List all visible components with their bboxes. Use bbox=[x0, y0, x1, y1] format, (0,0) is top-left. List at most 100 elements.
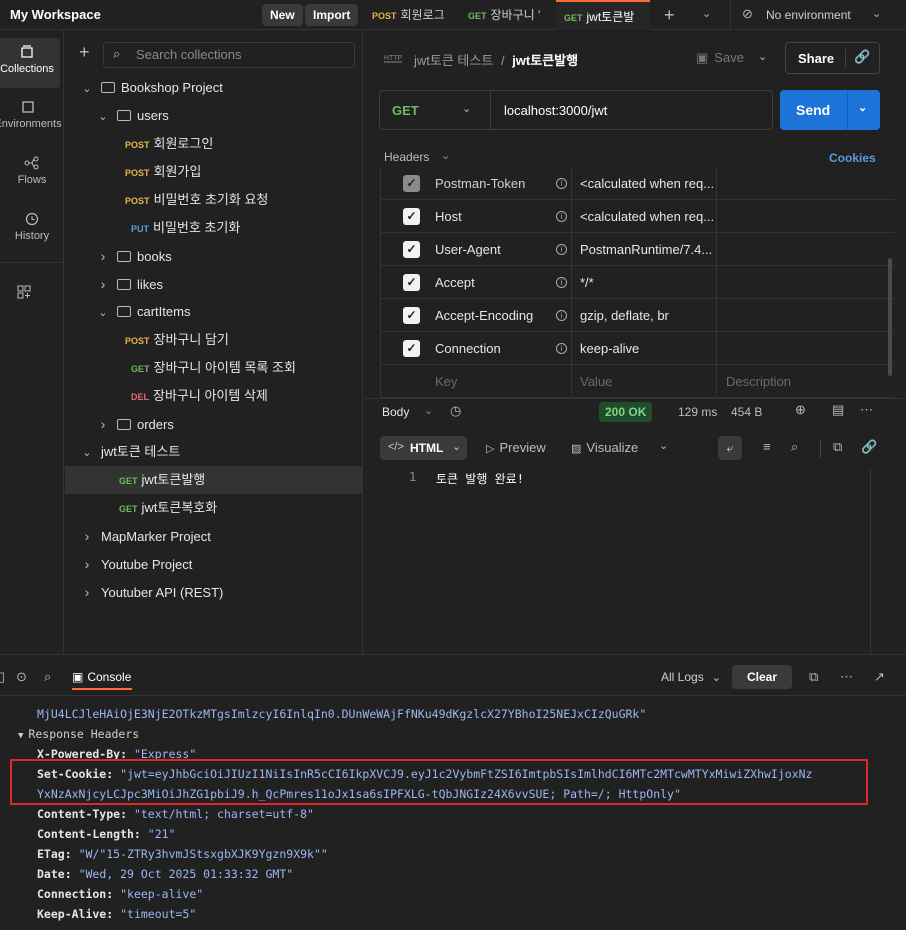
folder-item[interactable]: ⌄ users bbox=[65, 102, 363, 130]
share-button[interactable]: Share 🔗 bbox=[785, 42, 880, 74]
chevron-down-icon[interactable]: ⌄ bbox=[81, 439, 93, 467]
chevron-right-icon[interactable]: › bbox=[81, 550, 93, 578]
request-item[interactable]: POST 회원가입 bbox=[65, 158, 363, 186]
header-checkbox[interactable]: ✓ bbox=[403, 307, 420, 324]
expand-icon[interactable]: ↗ bbox=[874, 669, 885, 685]
format-select[interactable]: </> HTML ⌄ bbox=[380, 436, 467, 460]
info-icon[interactable]: i bbox=[556, 310, 567, 321]
value-input[interactable]: Value bbox=[580, 365, 612, 398]
info-icon[interactable]: i bbox=[556, 244, 567, 255]
add-tab-icon[interactable]: + bbox=[664, 5, 675, 26]
folder-item[interactable]: ⌄ Bookshop Project bbox=[65, 74, 363, 102]
chevron-down-icon[interactable]: ⌄ bbox=[872, 7, 881, 20]
folder-item[interactable]: › likes bbox=[65, 270, 363, 298]
header-value[interactable]: <calculated when req... bbox=[580, 167, 714, 200]
chevron-right-icon[interactable]: › bbox=[97, 270, 109, 298]
method-select[interactable]: GET bbox=[392, 103, 419, 118]
environment-select[interactable]: No environment bbox=[766, 8, 851, 22]
header-key[interactable]: Host bbox=[435, 200, 462, 233]
collection-item[interactable]: › Youtuber API (REST) bbox=[65, 578, 363, 606]
add-collection-icon[interactable]: + bbox=[79, 42, 90, 63]
breadcrumb-parent[interactable]: jwt토큰 테스트 bbox=[414, 53, 493, 68]
rail-environments[interactable]: Environments bbox=[0, 100, 64, 140]
header-checkbox[interactable]: ✓ bbox=[403, 241, 420, 258]
request-item[interactable]: GET 장바구니 아이템 목록 조회 bbox=[65, 354, 363, 382]
history-icon[interactable]: ◷ bbox=[450, 403, 461, 419]
log-filter-select[interactable]: All Logs ⌄ bbox=[661, 670, 721, 684]
header-checkbox[interactable]: ✓ bbox=[403, 274, 420, 291]
sidebar-toggle-icon[interactable]: ▯ bbox=[0, 669, 5, 685]
chevron-down-icon[interactable]: ⌄ bbox=[462, 102, 471, 115]
header-value[interactable]: gzip, deflate, br bbox=[580, 299, 669, 332]
more-icon[interactable]: ⋯ bbox=[860, 402, 873, 418]
info-icon[interactable]: i bbox=[556, 178, 567, 189]
chevron-down-icon[interactable]: ⌄ bbox=[97, 299, 109, 327]
header-checkbox[interactable]: ✓ bbox=[403, 340, 420, 357]
description-input[interactable]: Description bbox=[726, 365, 791, 398]
request-item[interactable]: POST 장바구니 담기 bbox=[65, 326, 363, 354]
request-title[interactable]: jwt토큰발행 bbox=[512, 53, 578, 68]
import-button[interactable]: Import bbox=[305, 4, 359, 26]
preview-button[interactable]: ▷ Preview bbox=[486, 440, 546, 455]
header-value[interactable]: <calculated when req... bbox=[580, 200, 714, 233]
header-checkbox[interactable]: ✓ bbox=[403, 175, 420, 192]
header-value[interactable]: */* bbox=[580, 266, 594, 299]
rail-collections[interactable]: Collections bbox=[0, 38, 60, 88]
request-item[interactable]: PUT 비밀번호 초기화 bbox=[65, 214, 363, 242]
request-item[interactable]: GET jwt토큰발행 bbox=[65, 466, 363, 494]
chevron-right-icon[interactable]: › bbox=[81, 522, 93, 550]
headers-label[interactable]: Headers bbox=[384, 150, 429, 164]
tab-cart[interactable]: GET 장바구니 ' bbox=[468, 0, 544, 30]
chevron-right-icon[interactable]: › bbox=[97, 242, 109, 270]
header-key[interactable]: Accept-Encoding bbox=[435, 299, 533, 332]
url-input[interactable]: localhost:3000/jwt bbox=[504, 103, 607, 118]
filter-icon[interactable]: ≡ bbox=[763, 439, 771, 454]
rail-flows[interactable]: Flows bbox=[0, 156, 64, 196]
chevron-right-icon[interactable]: › bbox=[81, 578, 93, 606]
collection-item[interactable]: ⌄ jwt토큰 테스트 bbox=[65, 438, 363, 466]
save-response-icon[interactable]: ▤ bbox=[832, 402, 844, 418]
scrollbar[interactable] bbox=[888, 258, 892, 376]
request-item[interactable]: GET jwt토큰복호화 bbox=[65, 494, 363, 522]
request-item[interactable]: POST 회원로그인 bbox=[65, 130, 363, 158]
cookies-link[interactable]: Cookies bbox=[829, 151, 876, 165]
workspace-title[interactable]: My Workspace bbox=[10, 7, 101, 22]
info-icon[interactable]: i bbox=[556, 277, 567, 288]
chevron-down-icon[interactable]: ⌄ bbox=[424, 404, 433, 417]
chevron-down-icon[interactable]: ⌄ bbox=[441, 149, 450, 162]
configure-sidebar-icon[interactable] bbox=[17, 285, 31, 302]
copy-icon[interactable]: ⧉ bbox=[833, 439, 842, 455]
save-button[interactable]: ▣ Save bbox=[696, 50, 744, 66]
request-item[interactable]: POST 비밀번호 초기화 요청 bbox=[65, 186, 363, 214]
clear-button[interactable]: Clear bbox=[732, 665, 792, 689]
response-headers-toggle[interactable]: ▼ Response Headers bbox=[18, 724, 139, 744]
folder-item[interactable]: ⌄ cartItems bbox=[65, 298, 363, 326]
tab-jwt[interactable]: GET jwt토큰발 bbox=[556, 0, 650, 30]
search-icon[interactable]: ⌕ bbox=[791, 439, 798, 455]
link-icon[interactable]: 🔗 bbox=[854, 49, 870, 65]
header-key[interactable]: User-Agent bbox=[435, 233, 501, 266]
more-icon[interactable]: ⋯ bbox=[840, 669, 853, 685]
check-circle-icon[interactable]: ⊙ bbox=[16, 669, 27, 685]
chevron-down-icon[interactable]: ⌄ bbox=[758, 50, 767, 63]
tab-login[interactable]: POST 회원로그 bbox=[372, 0, 458, 30]
search-icon[interactable]: ⌕ bbox=[44, 669, 51, 685]
visualize-button[interactable]: ▨ Visualize bbox=[571, 440, 638, 455]
header-key[interactable]: Accept bbox=[435, 266, 475, 299]
chevron-down-icon[interactable]: ⌄ bbox=[858, 101, 867, 114]
header-value[interactable]: keep-alive bbox=[580, 332, 639, 365]
rail-history[interactable]: History bbox=[0, 212, 64, 252]
info-icon[interactable]: i bbox=[556, 211, 567, 222]
header-key[interactable]: Connection bbox=[435, 332, 501, 365]
folder-item[interactable]: › orders bbox=[65, 410, 363, 438]
key-input[interactable]: Key bbox=[435, 365, 457, 398]
search-input[interactable]: Search collections bbox=[103, 42, 355, 68]
info-icon[interactable]: i bbox=[556, 343, 567, 354]
console-tab[interactable]: ▣ Console bbox=[72, 670, 131, 684]
request-item[interactable]: DEL 장바구니 아이템 삭제 bbox=[65, 382, 363, 410]
chevron-down-icon[interactable]: ⌄ bbox=[97, 103, 109, 131]
wrap-lines-icon[interactable]: ⤶ bbox=[718, 436, 742, 460]
chevron-down-icon[interactable]: ⌄ bbox=[659, 439, 668, 452]
chevron-right-icon[interactable]: › bbox=[97, 410, 109, 438]
body-label[interactable]: Body bbox=[382, 405, 409, 419]
